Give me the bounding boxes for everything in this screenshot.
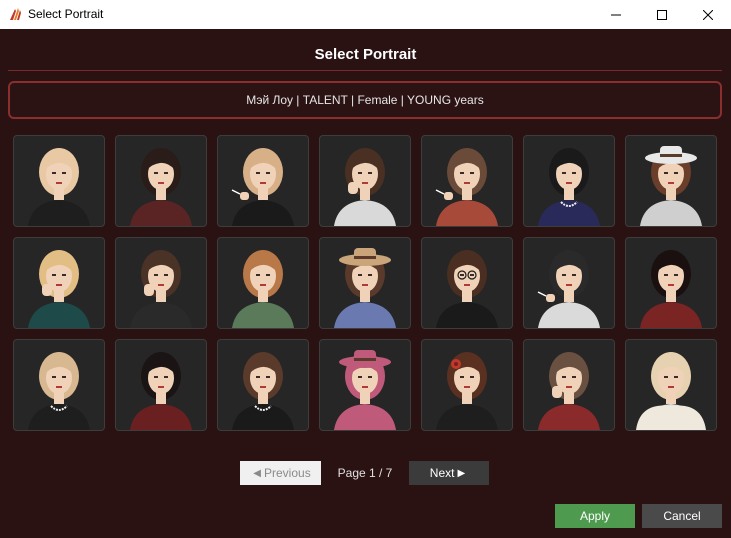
portrait-tile[interactable] [115, 237, 207, 329]
previous-button[interactable]: ◀ Previous [240, 461, 321, 485]
minimize-button[interactable] [593, 0, 639, 29]
portrait-tile[interactable] [319, 135, 411, 227]
portrait-image [28, 250, 90, 328]
character-info-text: Мэй Лоу | TALENT | Female | YOUNG years [246, 93, 484, 107]
portrait-tile[interactable] [319, 237, 411, 329]
next-button[interactable]: Next ▶ [409, 461, 489, 485]
portrait-image [130, 250, 192, 328]
minimize-icon [611, 14, 621, 15]
portrait-image [538, 148, 600, 226]
portrait-image [232, 250, 294, 328]
portrait-tile[interactable] [421, 237, 513, 329]
portrait-tile[interactable] [625, 135, 717, 227]
app-feather-icon [10, 8, 21, 20]
portrait-tile[interactable] [625, 339, 717, 431]
portrait-image [130, 148, 192, 226]
portrait-tile[interactable] [13, 135, 105, 227]
portrait-grid [13, 135, 717, 431]
character-info-box: Мэй Лоу | TALENT | Female | YOUNG years [8, 81, 722, 119]
portrait-tile[interactable] [217, 339, 309, 431]
cancel-button[interactable]: Cancel [642, 504, 722, 528]
arrow-right-icon: ▶ [457, 467, 466, 479]
window-title: Select Portrait [28, 7, 104, 21]
close-icon [703, 9, 713, 20]
portrait-tile[interactable] [421, 339, 513, 431]
portrait-image [640, 250, 702, 328]
portrait-tile[interactable] [13, 237, 105, 329]
portrait-image [334, 350, 396, 430]
close-button[interactable] [685, 0, 731, 29]
portrait-image [130, 352, 192, 430]
portrait-image [334, 148, 396, 226]
previous-label: Previous [264, 466, 311, 480]
portrait-tile[interactable] [217, 135, 309, 227]
page-indicator: Page 1 / 7 [337, 466, 393, 480]
portrait-image [436, 250, 498, 328]
portrait-image [538, 352, 600, 430]
portrait-tile[interactable] [115, 135, 207, 227]
portrait-tile[interactable] [319, 339, 411, 431]
arrow-left-icon: ◀ [253, 467, 261, 479]
portrait-image [435, 148, 498, 226]
heading-divider [8, 70, 722, 71]
window-titlebar: Select Portrait [0, 0, 731, 29]
portrait-tile[interactable] [523, 237, 615, 329]
apply-button[interactable]: Apply [555, 504, 635, 528]
portrait-tile[interactable] [523, 135, 615, 227]
portrait-image [436, 352, 498, 430]
next-label: Next [429, 466, 455, 480]
portrait-tile[interactable] [523, 339, 615, 431]
portrait-image [231, 148, 294, 226]
portrait-tile[interactable] [115, 339, 207, 431]
maximize-button[interactable] [639, 0, 685, 29]
dialog-heading: Select Portrait [314, 46, 417, 63]
dialog-content: Select Portrait Мэй Лоу | TALENT | Femal… [0, 29, 731, 538]
portrait-image [28, 148, 90, 226]
portrait-tile[interactable] [13, 339, 105, 431]
portrait-tile[interactable] [625, 237, 717, 329]
maximize-icon [657, 9, 667, 20]
portrait-image [537, 250, 600, 328]
portrait-tile[interactable] [421, 135, 513, 227]
portrait-image [232, 352, 294, 430]
portrait-image [334, 248, 396, 328]
portrait-image [28, 352, 90, 430]
portrait-tile[interactable] [217, 237, 309, 329]
portrait-image [636, 352, 706, 430]
pagination: ◀ Previous Page 1 / 7 Next ▶ [0, 461, 731, 485]
portrait-image [640, 146, 702, 226]
